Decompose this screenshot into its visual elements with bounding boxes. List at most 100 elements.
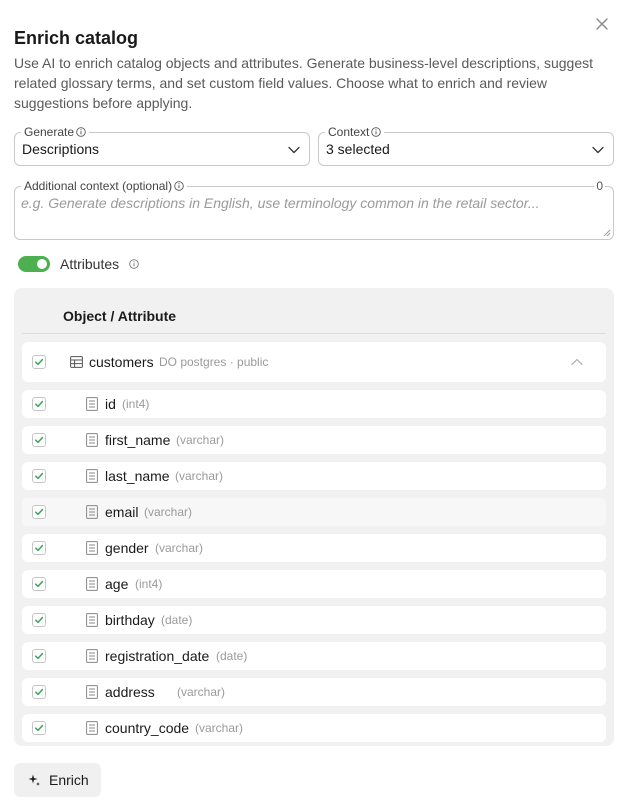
attribute-name: registration_date [105, 648, 210, 664]
attribute-type: (date) [216, 649, 248, 663]
check-icon [35, 616, 44, 624]
info-icon[interactable] [76, 127, 86, 137]
table-row[interactable]: email (varchar) [22, 498, 606, 526]
checkbox[interactable] [32, 577, 46, 591]
column-icon [86, 577, 98, 591]
table-row[interactable]: country_code (varchar) [22, 714, 606, 742]
attribute-type: (varchar) [177, 685, 226, 699]
table-row[interactable]: birthday (date) [22, 606, 606, 634]
checkbox[interactable] [32, 685, 46, 699]
generate-value: Descriptions [22, 141, 100, 157]
chevron-down-icon [591, 143, 605, 157]
additional-context-label-text: Additional context (optional) [24, 179, 173, 193]
resize-handle-icon[interactable] [603, 229, 611, 237]
column-icon [86, 685, 98, 699]
check-icon [35, 724, 44, 732]
chevron-up-icon[interactable] [570, 356, 584, 368]
column-icon [86, 505, 98, 519]
toggle-knob [37, 259, 47, 269]
dialog-title: Enrich catalog [14, 28, 139, 48]
table-header: Object / Attribute [22, 288, 606, 334]
table-row[interactable]: gender (varchar) [22, 534, 606, 562]
additional-context-input[interactable] [21, 195, 601, 231]
generate-select[interactable]: Generate Descriptions [14, 125, 310, 166]
context-label-text: Context [328, 125, 370, 139]
generate-label-text: Generate [24, 125, 75, 139]
column-icon [86, 613, 98, 627]
attribute-name: birthday [105, 612, 155, 628]
check-icon [35, 400, 44, 408]
attribute-name: email [105, 504, 139, 520]
column-icon [86, 469, 98, 483]
column-icon [86, 433, 98, 447]
enrich-button-label: Enrich [49, 772, 89, 788]
table-row[interactable]: id (int4) [22, 390, 606, 418]
table-row[interactable]: last_name (varchar) [22, 462, 606, 490]
info-icon[interactable] [129, 259, 139, 269]
checkbox[interactable] [32, 649, 46, 663]
table-icon [70, 356, 83, 368]
attribute-name: age [105, 576, 129, 592]
checkbox[interactable] [32, 433, 46, 447]
check-icon [35, 544, 44, 552]
close-icon [596, 18, 608, 30]
column-icon [86, 397, 98, 411]
check-icon [35, 652, 44, 660]
checkbox[interactable] [32, 541, 46, 555]
attribute-type: (varchar) [175, 469, 224, 483]
attribute-name: country_code [105, 720, 190, 736]
info-icon[interactable] [174, 181, 184, 191]
enrich-button[interactable]: Enrich [14, 763, 101, 797]
attribute-name: address [105, 684, 155, 700]
table-row-customers[interactable]: customers DO postgres · public [22, 342, 606, 382]
check-icon [35, 688, 44, 696]
table-row[interactable]: age (int4) [22, 570, 606, 598]
context-select[interactable]: Context 3 selected [318, 125, 614, 166]
attribute-type: (int4) [122, 397, 150, 411]
table-row[interactable]: registration_date (date) [22, 642, 606, 670]
attributes-toggle-row: Attributes [18, 256, 139, 272]
checkbox[interactable] [32, 505, 46, 519]
chevron-down-icon [287, 143, 301, 157]
attribute-type: (varchar) [195, 721, 244, 735]
generate-label: Generate [21, 125, 90, 139]
object-meta: DO postgres · public [159, 355, 269, 369]
checkbox[interactable] [32, 613, 46, 627]
attribute-name: first_name [105, 432, 171, 448]
char-count: 0 [594, 179, 605, 193]
checkbox[interactable] [32, 355, 46, 369]
object-name: customers [89, 354, 154, 370]
checkbox[interactable] [32, 469, 46, 483]
info-icon[interactable] [371, 127, 382, 137]
check-icon [35, 472, 44, 480]
table-row[interactable]: address (varchar) [22, 678, 606, 706]
dialog-description: Use AI to enrich catalog objects and att… [14, 55, 593, 111]
column-icon [86, 541, 98, 555]
close-button[interactable] [592, 14, 612, 34]
column-icon [86, 649, 98, 663]
check-icon [35, 580, 44, 588]
objects-table: Object / Attribute customers DO postgres… [14, 288, 614, 746]
attribute-type: (varchar) [176, 433, 225, 447]
additional-context-label: Additional context (optional) [21, 179, 188, 193]
context-label: Context [325, 125, 385, 139]
attribute-type: (varchar) [155, 541, 204, 555]
check-icon [35, 358, 44, 366]
check-icon [35, 508, 44, 516]
attribute-type: (date) [161, 613, 193, 627]
column-header-object-attribute: Object / Attribute [63, 308, 177, 324]
attribute-type: (varchar) [144, 505, 193, 519]
column-icon [86, 721, 98, 735]
additional-context-field: Additional context (optional) 0 [14, 179, 614, 240]
attributes-toggle-label: Attributes [60, 256, 120, 272]
table-row[interactable]: first_name (varchar) [22, 426, 606, 454]
attribute-name: id [105, 396, 116, 412]
checkbox[interactable] [32, 397, 46, 411]
context-value: 3 selected [326, 141, 390, 157]
sparkle-icon [27, 773, 41, 787]
attributes-toggle[interactable] [18, 256, 50, 272]
check-icon [35, 436, 44, 444]
attribute-name: gender [105, 540, 149, 556]
attribute-type: (int4) [135, 577, 163, 591]
checkbox[interactable] [32, 721, 46, 735]
